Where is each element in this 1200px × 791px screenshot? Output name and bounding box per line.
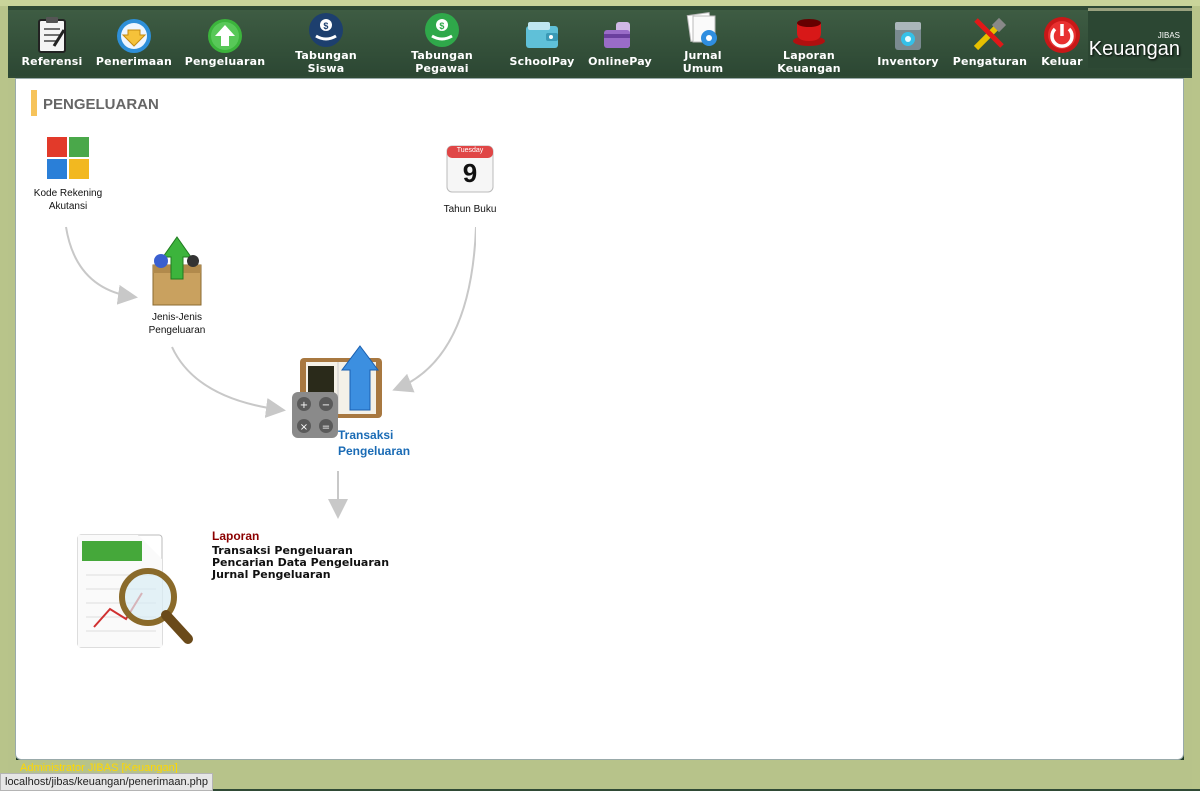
frame-right	[1192, 6, 1200, 789]
node-kode-rekening-label: Kode Rekening Akutansi	[33, 188, 103, 212]
node-tahun-buku-label: Tahun Buku	[443, 204, 497, 215]
node-transaksi-pengeluaran-label[interactable]: Transaksi Pengeluaran	[338, 427, 418, 459]
svg-text:×: ×	[300, 422, 308, 433]
menu-onlinepay-label: OnlinePay	[588, 55, 652, 68]
svg-text:+: +	[300, 400, 308, 411]
menu-schoolpay[interactable]: SchoolPay	[506, 10, 578, 76]
menu-referensi-label: Referensi	[21, 55, 83, 68]
svg-text:$: $	[439, 21, 444, 31]
menu-tabungan-pegawai[interactable]: $ Tabungan Pegawai	[404, 10, 480, 76]
power-icon	[1043, 16, 1081, 54]
main-toolbar: Referensi Penerimaan Pengeluaran $ Tabun…	[8, 10, 1192, 76]
url-tooltip: localhost/jibas/keuangan/penerimaan.php	[0, 773, 214, 791]
menu-tabungan-pegawai-line1: Tabungan	[411, 49, 473, 62]
ledger-calculator-icon: + − × =	[292, 344, 388, 440]
menu-penerimaan-label: Penerimaan	[95, 55, 173, 68]
node-jenis-pengeluaran-label: Jenis-Jenis Pengeluaran	[148, 312, 206, 336]
menu-jurnal-umum[interactable]: Jurnal Umum	[672, 10, 734, 76]
menu-pengeluaran-label: Pengeluaran	[184, 55, 266, 68]
menu-inventory-label: Inventory	[877, 55, 939, 68]
menu-jurnal-umum-line2: Umum	[682, 62, 724, 75]
app-brand: JIBAS Keuangan	[1088, 10, 1192, 68]
node-jenis-pengeluaran[interactable]: Jenis-Jenis Pengeluaran	[134, 235, 220, 337]
cup-icon	[791, 13, 827, 47]
arrow-down-icon	[116, 18, 152, 54]
page-title-accent	[31, 90, 37, 116]
page-title: PENGELUARAN	[43, 96, 159, 113]
menu-pengaturan[interactable]: Pengaturan	[950, 10, 1030, 76]
wallet-icon	[524, 20, 560, 52]
box-arrow-icon	[149, 235, 205, 307]
menu-schoolpay-label: SchoolPay	[509, 55, 575, 68]
calendar-icon: Tuesday 9	[446, 145, 494, 193]
grid-color-icon	[45, 135, 91, 181]
node-tahun-buku[interactable]: Tuesday 9 Tahun Buku	[432, 145, 508, 216]
menu-tabungan-siswa-line1: Tabungan	[295, 49, 357, 62]
frame-top	[0, 0, 1200, 6]
menu-keluar-label: Keluar	[1041, 55, 1083, 68]
menu-referensi[interactable]: Referensi	[14, 10, 90, 76]
main-content: PENGELUARAN Kode Rekening Akutansi Tuesd…	[15, 78, 1184, 760]
frame-left	[0, 6, 8, 789]
menu-onlinepay[interactable]: OnlinePay	[584, 10, 656, 76]
money-hand-icon: $	[308, 12, 344, 48]
svg-text:−: −	[322, 400, 330, 411]
menu-pengeluaran[interactable]: Pengeluaran	[184, 10, 266, 76]
calendar-day: Tuesday	[456, 147, 484, 154]
clipboard-icon	[36, 16, 68, 54]
menu-inventory[interactable]: Inventory	[872, 10, 944, 76]
menu-penerimaan[interactable]: Penerimaan	[94, 10, 174, 76]
menu-laporan-keuangan[interactable]: Laporan Keuangan	[768, 10, 850, 76]
brand-name: Keuangan	[1088, 38, 1180, 60]
report-title: Laporan	[212, 529, 260, 543]
menu-keluar[interactable]: Keluar	[1034, 10, 1090, 76]
menu-tabungan-pegawai-line2: Pegawai	[415, 62, 469, 75]
report-link-jurnal[interactable]: Jurnal Pengeluaran	[212, 568, 331, 581]
tools-icon	[972, 16, 1008, 52]
brand-divider	[1088, 8, 1192, 11]
menu-tabungan-siswa[interactable]: $ Tabungan Siswa	[288, 10, 364, 76]
frame-inner-right	[1184, 78, 1192, 760]
arrow-up-icon	[207, 18, 243, 54]
svg-text:=: =	[322, 422, 330, 433]
menu-jurnal-umum-line1: Jurnal	[684, 49, 722, 62]
menu-tabungan-siswa-line2: Siswa	[307, 62, 345, 75]
svg-text:$: $	[323, 21, 328, 31]
journal-icon	[685, 12, 721, 48]
calendar-date: 9	[462, 158, 478, 188]
report-search-icon	[76, 531, 194, 651]
card-icon	[602, 20, 638, 52]
flow-arrows	[65, 226, 476, 519]
menu-laporan-keuangan-line2: Keuangan	[777, 62, 841, 75]
money-hand-icon: $	[424, 12, 460, 48]
menu-pengaturan-label: Pengaturan	[952, 55, 1028, 68]
inventory-icon	[892, 18, 924, 52]
node-kode-rekening[interactable]: Kode Rekening Akutansi	[24, 135, 112, 213]
menu-laporan-keuangan-line1: Laporan	[783, 49, 835, 62]
